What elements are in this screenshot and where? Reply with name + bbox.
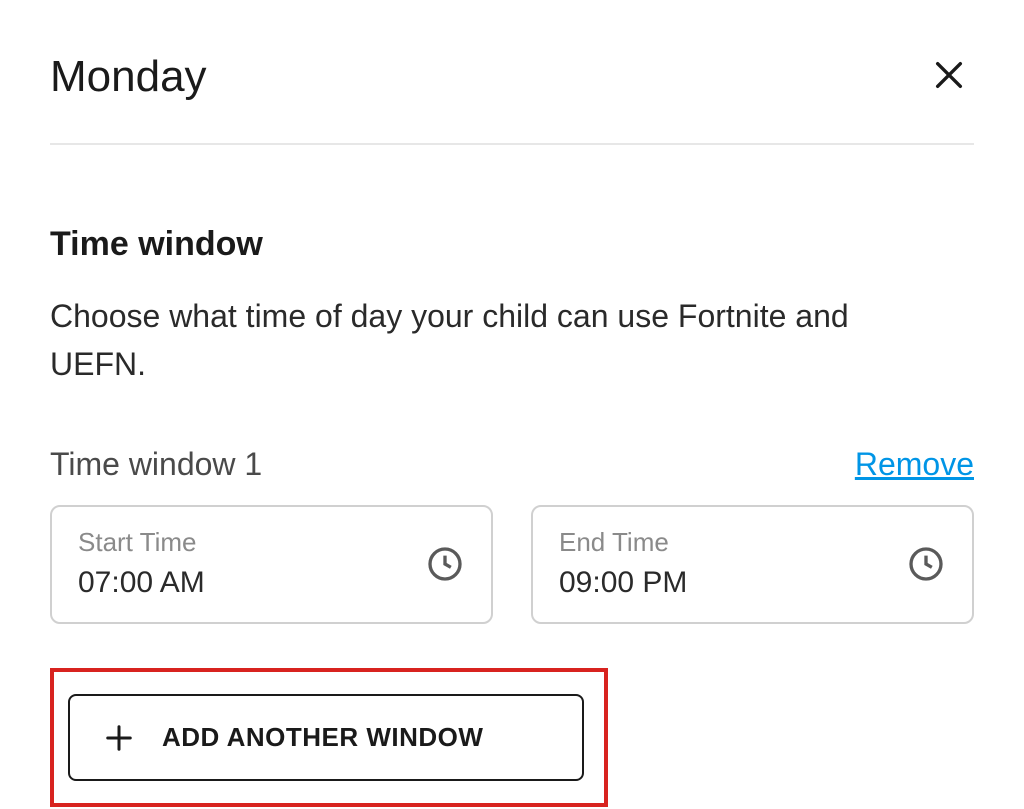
time-fields-row: Start Time 07:00 AM End Time 09:00 PM	[50, 505, 974, 624]
end-time-value: 09:00 PM	[559, 566, 687, 600]
page-title: Monday	[50, 52, 207, 102]
close-button[interactable]	[924, 50, 974, 103]
dialog-header: Monday	[50, 50, 974, 145]
time-window-label: Time window 1	[50, 446, 262, 483]
start-time-text: Start Time 07:00 AM	[78, 527, 205, 600]
close-icon	[932, 80, 966, 95]
highlight-annotation: ADD ANOTHER WINDOW	[50, 668, 608, 807]
add-button-label: ADD ANOTHER WINDOW	[162, 722, 483, 753]
time-window-header: Time window 1 Remove	[50, 446, 974, 483]
plus-icon	[104, 723, 134, 753]
end-time-label: End Time	[559, 527, 687, 558]
end-time-field[interactable]: End Time 09:00 PM	[531, 505, 974, 624]
end-time-text: End Time 09:00 PM	[559, 527, 687, 600]
clock-icon	[906, 544, 946, 584]
start-time-field[interactable]: Start Time 07:00 AM	[50, 505, 493, 624]
section-description: Choose what time of day your child can u…	[50, 292, 930, 388]
add-another-window-button[interactable]: ADD ANOTHER WINDOW	[68, 694, 584, 781]
clock-icon	[425, 544, 465, 584]
dialog-body: Time window Choose what time of day your…	[50, 145, 974, 807]
start-time-label: Start Time	[78, 527, 205, 558]
start-time-value: 07:00 AM	[78, 566, 205, 600]
section-title: Time window	[50, 225, 974, 264]
remove-link[interactable]: Remove	[855, 446, 974, 483]
